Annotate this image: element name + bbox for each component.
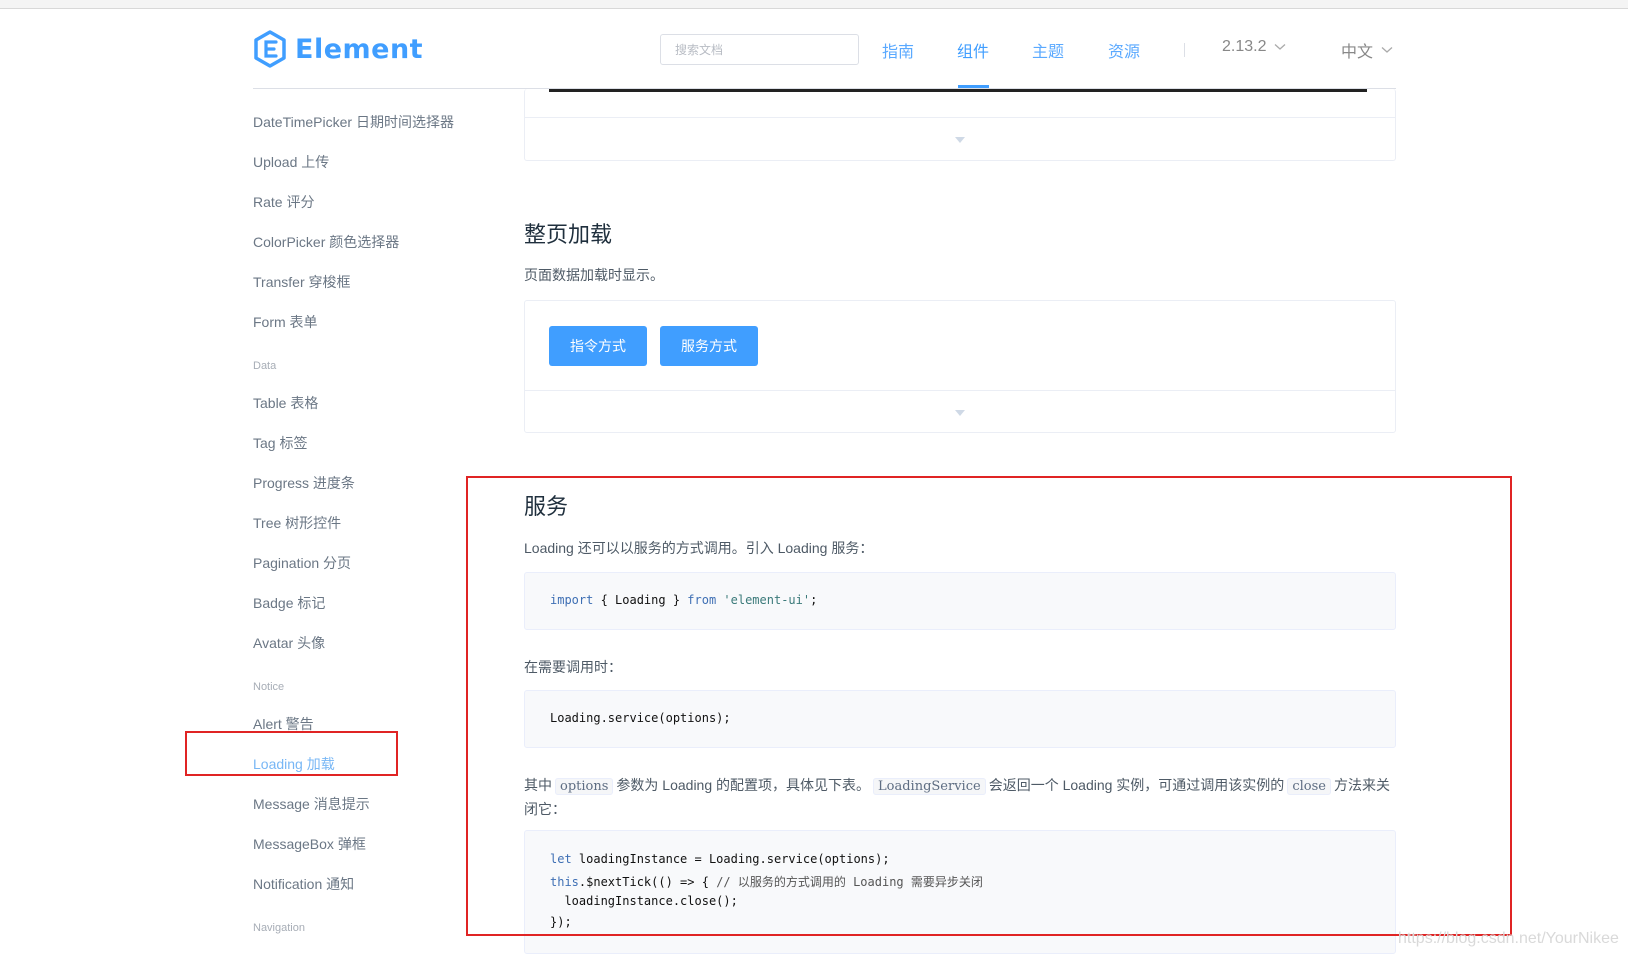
sidebar-item-tag[interactable]: Tag 标签 (253, 433, 307, 453)
sidebar-item-messagebox[interactable]: MessageBox 弹框 (253, 834, 366, 854)
caret-down-icon (955, 137, 965, 143)
caret-down-icon (955, 410, 965, 416)
sidebar-item-avatar[interactable]: Avatar 头像 (253, 633, 325, 653)
sidebar-item-upload[interactable]: Upload 上传 (253, 152, 329, 172)
sidebar-item-progress[interactable]: Progress 进度条 (253, 473, 355, 493)
demo-block-fullscreen (524, 300, 1396, 433)
logo-text: Element (295, 33, 424, 65)
sidebar-item-pagination[interactable]: Pagination 分页 (253, 553, 351, 573)
demo-expand-toggle[interactable] (525, 117, 1395, 160)
nav-theme[interactable]: 主题 (1032, 38, 1064, 62)
annotation-highlight-sidebar (185, 731, 398, 776)
annotation-highlight-service (466, 476, 1512, 936)
element-logo[interactable]: Element (253, 30, 423, 68)
sidebar-group-data: Data (253, 360, 277, 372)
demo-expand-toggle[interactable] (525, 390, 1395, 433)
language-label: 中文 (1341, 44, 1374, 61)
sidebar-item-table[interactable]: Table 表格 (253, 393, 318, 413)
chevron-down-icon (1275, 44, 1286, 50)
language-dropdown[interactable]: 中文 (1341, 38, 1393, 62)
sidebar-item-message[interactable]: Message 消息提示 (253, 794, 370, 814)
service-button[interactable]: 服务方式 (660, 326, 758, 366)
chevron-down-icon (1381, 47, 1393, 53)
section-desc-fullscreen: 页面数据加载时显示。 (524, 267, 664, 283)
search-input[interactable] (660, 34, 859, 65)
sidebar-item-badge[interactable]: Badge 标记 (253, 593, 325, 613)
sidebar-item-transfer[interactable]: Transfer 穿梭框 (253, 272, 351, 292)
watermark: https://blog.csdn.net/YourNikee (1398, 930, 1619, 947)
nav-guide[interactable]: 指南 (882, 38, 914, 62)
sidebar-item-rate[interactable]: Rate 评分 (253, 192, 314, 212)
section-title-fullscreen: 整页加载 (524, 222, 613, 247)
version-dropdown[interactable]: 2.13.2 (1222, 38, 1286, 56)
nav-component[interactable]: 组件 (957, 38, 989, 62)
sidebar-item-notification[interactable]: Notification 通知 (253, 874, 354, 894)
sidebar-item-datetimepicker[interactable]: DateTimePicker 日期时间选择器 (253, 112, 454, 132)
browser-top-strip (0, 0, 1628, 9)
nav-resource[interactable]: 资源 (1108, 38, 1140, 62)
sidebar-item-tree[interactable]: Tree 树形控件 (253, 513, 341, 533)
sidebar-item-form[interactable]: Form 表单 (253, 312, 318, 332)
sidebar-item-colorpicker[interactable]: ColorPicker 颜色选择器 (253, 232, 399, 252)
element-logo-icon (254, 30, 286, 68)
directive-button[interactable]: 指令方式 (549, 326, 647, 366)
demo-block-previous (524, 89, 1396, 161)
sidebar-group-notice: Notice (253, 681, 285, 693)
nav-divider (1184, 43, 1185, 57)
version-label: 2.13.2 (1222, 38, 1267, 55)
demo-dark-strip (549, 89, 1367, 92)
sidebar-group-navigation: Navigation (253, 922, 305, 934)
